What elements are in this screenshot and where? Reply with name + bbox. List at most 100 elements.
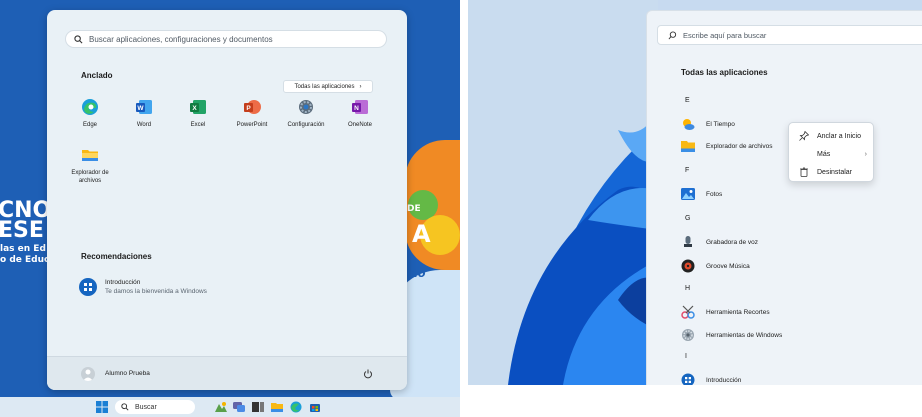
wallpaper-text: A — [412, 220, 431, 248]
app-list-item[interactable]: El Tiempo — [681, 117, 735, 131]
start-menu-footer: Alumno Prueba — [47, 356, 407, 390]
svg-text:P: P — [246, 105, 251, 112]
app-label: PowerPoint — [236, 122, 268, 128]
app-label: Grabadora de voz — [706, 238, 759, 246]
windows-tools-icon — [681, 328, 695, 342]
power-icon — [364, 369, 372, 379]
all-apps-search-input[interactable]: Escribe aquí para buscar — [657, 25, 922, 45]
pinned-app-file-explorer[interactable]: Explorador de archivos — [63, 146, 117, 185]
letter-header[interactable]: E — [685, 97, 690, 104]
chat-icon[interactable] — [233, 401, 245, 413]
svg-text:W: W — [137, 105, 144, 112]
groove-music-icon — [681, 259, 695, 273]
taskbar-search-label: Buscar — [135, 403, 157, 411]
context-pin-to-start[interactable]: Anclar a Inicio — [789, 127, 875, 145]
weather-icon — [681, 117, 695, 131]
file-explorer-icon[interactable] — [271, 401, 283, 413]
app-list-item[interactable]: Introducción — [681, 373, 741, 385]
taskbar: Buscar — [0, 397, 460, 417]
pinned-app-word[interactable]: W Word — [117, 98, 171, 130]
search-icon — [121, 403, 129, 411]
all-apps-label: Todas las aplicaciones — [294, 83, 355, 90]
desktop-right: Escribe aquí para buscar Todas las aplic… — [468, 0, 922, 385]
edge-icon[interactable] — [290, 401, 302, 413]
app-list-item[interactable]: Fotos — [681, 187, 722, 201]
blank-icon-slot — [799, 149, 809, 159]
pinned-app-onenote[interactable]: N OneNote — [333, 98, 387, 130]
pinned-app-edge[interactable]: Edge — [63, 98, 117, 130]
app-list-item[interactable]: Herramientas de Windows — [681, 328, 782, 342]
task-view-icon[interactable] — [252, 401, 264, 413]
app-label: Groove Música — [706, 262, 750, 270]
snipping-tool-icon — [681, 305, 695, 319]
all-apps-button[interactable]: Todas las aplicaciones › — [283, 80, 373, 93]
trash-icon — [799, 167, 809, 177]
screenshot-root: CNO ESE las en Ed o de Educ DE A do Busc… — [0, 0, 922, 417]
pinned-title: Anclado — [81, 71, 113, 80]
windows-start-icon[interactable] — [96, 401, 108, 413]
widgets-icon[interactable] — [214, 401, 228, 413]
voice-recorder-icon — [681, 235, 695, 249]
app-label: Configuración — [287, 122, 325, 128]
letter-header[interactable]: I — [685, 353, 687, 360]
file-explorer-icon — [681, 139, 695, 153]
pinned-app-excel[interactable]: X Excel — [171, 98, 225, 130]
app-label: Explorador de archivos — [71, 170, 109, 184]
file-explorer-icon — [81, 146, 99, 164]
excel-icon: X — [189, 98, 207, 116]
wallpaper-text: do — [410, 267, 426, 280]
onenote-icon: N — [351, 98, 369, 116]
powerpoint-icon: P — [243, 98, 261, 116]
edge-icon — [81, 98, 99, 116]
app-label: OneNote — [347, 122, 372, 128]
recommendation-item[interactable]: Introducción Te damos la bienvenida a Wi… — [79, 278, 207, 296]
app-label: Word — [136, 122, 152, 128]
letter-header[interactable]: H — [685, 285, 690, 292]
app-list-item[interactable]: Groove Música — [681, 259, 750, 273]
user-name[interactable]: Alumno Prueba — [105, 370, 150, 377]
photos-icon — [681, 187, 695, 201]
word-icon: W — [135, 98, 153, 116]
search-icon — [668, 30, 677, 39]
bloom-wallpaper — [468, 0, 658, 385]
context-item-label: Anclar a Inicio — [817, 132, 861, 140]
get-started-icon — [79, 278, 97, 296]
taskbar-search-box[interactable]: Buscar — [115, 400, 195, 414]
context-item-label: Más — [817, 150, 831, 158]
user-avatar-icon[interactable] — [81, 367, 95, 381]
start-menu: Buscar aplicaciones, configuraciones y d… — [47, 10, 407, 390]
letter-header[interactable]: G — [685, 215, 690, 222]
app-list-item[interactable]: Explorador de archivos — [681, 139, 772, 153]
store-icon[interactable] — [309, 401, 321, 413]
recommendation-subtitle: Te damos la bienvenida a Windows — [105, 288, 207, 295]
app-label: Herramienta Recortes — [706, 308, 770, 316]
desktop-left: CNO ESE las en Ed o de Educ DE A do Busc… — [0, 0, 460, 417]
search-icon — [74, 34, 83, 43]
recommendations-title: Recomendaciones — [81, 252, 152, 261]
search-placeholder: Escribe aquí para buscar — [683, 30, 767, 40]
recommendation-title: Introducción — [105, 279, 141, 286]
app-label: Edge — [82, 122, 97, 128]
app-label: Fotos — [706, 190, 723, 198]
pinned-app-powerpoint[interactable]: P PowerPoint — [225, 98, 279, 130]
pinned-app-settings[interactable]: Configuración — [279, 98, 333, 130]
wallpaper-text: o de Educ — [0, 255, 50, 265]
app-label: Explorador de archivos — [706, 142, 773, 150]
settings-gear-icon — [297, 98, 315, 116]
all-apps-pane: Escribe aquí para buscar Todas las aplic… — [646, 10, 922, 385]
letter-header[interactable]: F — [685, 167, 689, 174]
app-list-item[interactable]: Grabadora de voz — [681, 235, 758, 249]
power-button[interactable] — [360, 366, 376, 382]
svg-text:X: X — [192, 105, 197, 112]
start-search-input[interactable]: Buscar aplicaciones, configuraciones y d… — [65, 30, 387, 48]
app-label: Excel — [190, 122, 206, 128]
context-more[interactable]: Más › — [789, 145, 875, 163]
app-list-item[interactable]: Herramienta Recortes — [681, 305, 770, 319]
app-label: Introducción — [706, 376, 742, 384]
context-uninstall[interactable]: Desinstalar — [789, 163, 875, 181]
wallpaper-text: ESE — [0, 218, 44, 243]
wallpaper-text: DE — [407, 204, 421, 214]
chevron-right-icon: › — [864, 150, 867, 158]
all-apps-title: Todas las aplicaciones — [681, 68, 768, 77]
context-item-label: Desinstalar — [817, 168, 853, 176]
